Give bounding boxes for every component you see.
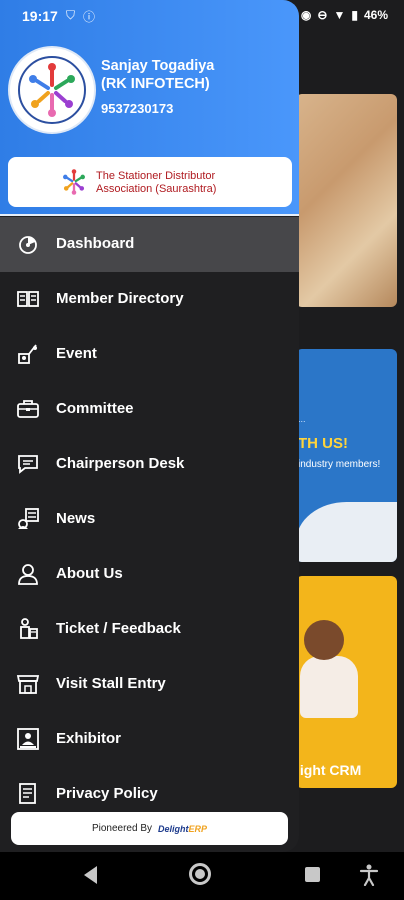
status-icons-left: ⛉ ⓘ (66, 8, 95, 25)
menu-item-visit-stall-entry[interactable]: Visit Stall Entry (0, 657, 299, 712)
event-icon (16, 342, 40, 366)
home-icon[interactable] (189, 863, 211, 885)
banner-subtitle: industry members! (298, 459, 381, 470)
association-mini-logo-icon (63, 169, 85, 195)
menu-item-label: Privacy Policy (56, 785, 158, 802)
navigation-drawer: 19:17 ⛉ ⓘ Sanjay Togadiya (RK INFOTECH) … (0, 0, 299, 852)
menu-item-ticket-feedback[interactable]: Ticket / Feedback (0, 602, 299, 657)
menu-item-committee[interactable]: Committee (0, 382, 299, 437)
brand-b: ERP (188, 823, 208, 834)
menu-item-exhibitor[interactable]: Exhibitor (0, 712, 299, 767)
store-icon (16, 672, 40, 696)
association-card[interactable]: The Stationer Distributor Association (S… (8, 157, 292, 207)
user-phone: 9537230173 (101, 101, 174, 116)
background-card-image (296, 94, 397, 307)
menu-item-dashboard[interactable]: Dashboard (0, 217, 299, 272)
user-company: (RK INFOTECH) (101, 76, 210, 92)
briefcase-icon (16, 397, 40, 421)
crm-person-body (300, 656, 358, 718)
menu-item-about-us[interactable]: About Us (0, 547, 299, 602)
info-icon: ⓘ (83, 10, 96, 24)
battery-icon: ▮ (351, 8, 358, 22)
banner-small-text: ... (298, 414, 306, 424)
wifi-icon: ▼ (333, 8, 346, 22)
menu-item-label: News (56, 510, 96, 527)
directory-icon (16, 287, 40, 311)
people-circle-icon (18, 56, 86, 124)
dashboard-icon (16, 232, 40, 256)
header-divider (0, 214, 299, 216)
back-icon[interactable] (84, 866, 97, 884)
menu-item-label: Ticket / Feedback (56, 620, 181, 637)
status-bar-right: ◉ ⊖ ▼ ▮ 46% (301, 8, 388, 22)
shield-icon: ⛉ (66, 8, 76, 22)
chat-icon (16, 452, 40, 476)
menu-item-chairperson-desk[interactable]: Chairperson Desk (0, 437, 299, 492)
menu-item-news[interactable]: News (0, 492, 299, 547)
menu-item-label: Event (56, 345, 97, 362)
delight-erp-logo: DelightERP (158, 824, 207, 834)
eye-icon: ◉ (300, 8, 312, 22)
crm-title: light CRM (296, 762, 362, 778)
association-logo (10, 48, 94, 132)
banner-title: TH US! (298, 435, 348, 452)
policy-icon (16, 782, 40, 806)
battery-level: 46% (363, 8, 388, 22)
menu-item-label: About Us (56, 565, 123, 582)
exhibitor-icon (16, 727, 40, 751)
association-name: The Stationer Distributor Association (S… (96, 170, 216, 196)
menu-item-label: Visit Stall Entry (56, 675, 166, 692)
accessibility-icon[interactable] (359, 864, 379, 886)
user-name: Sanjay Togadiya (101, 58, 215, 74)
footer-text: Pioneered By (91, 823, 153, 834)
brand-a: Delight (158, 823, 189, 834)
news-icon (16, 507, 40, 531)
menu-item-label: Chairperson Desk (56, 455, 185, 472)
drawer-menu: Dashboard Member Directory Event Committ… (0, 217, 299, 822)
menu-item-label: Member Directory (56, 290, 184, 307)
menu-item-label: Committee (56, 400, 134, 417)
background-card-crm: light CRM (296, 576, 397, 788)
recent-apps-icon[interactable] (305, 867, 320, 882)
pioneered-by-footer[interactable]: Pioneered By DelightERP (11, 812, 288, 845)
menu-item-event[interactable]: Event (0, 327, 299, 382)
background-card-banner: ... TH US! industry members! (296, 349, 397, 562)
drawer-header: 19:17 ⛉ ⓘ Sanjay Togadiya (RK INFOTECH) … (0, 0, 299, 216)
menu-item-label: Dashboard (56, 235, 135, 252)
menu-item-label: Exhibitor (56, 730, 122, 747)
dnd-icon: ⊖ (317, 8, 328, 22)
menu-item-member-directory[interactable]: Member Directory (0, 272, 299, 327)
banner-wave (296, 502, 397, 562)
association-line2: Association (Saurashtra) (96, 183, 217, 195)
crm-person-head (304, 620, 344, 660)
association-line1: The Stationer Distributor (96, 170, 216, 182)
person-icon (16, 562, 40, 586)
feedback-icon (16, 617, 40, 641)
system-navigation-bar (0, 852, 404, 900)
status-time: 19:17 (22, 8, 58, 24)
